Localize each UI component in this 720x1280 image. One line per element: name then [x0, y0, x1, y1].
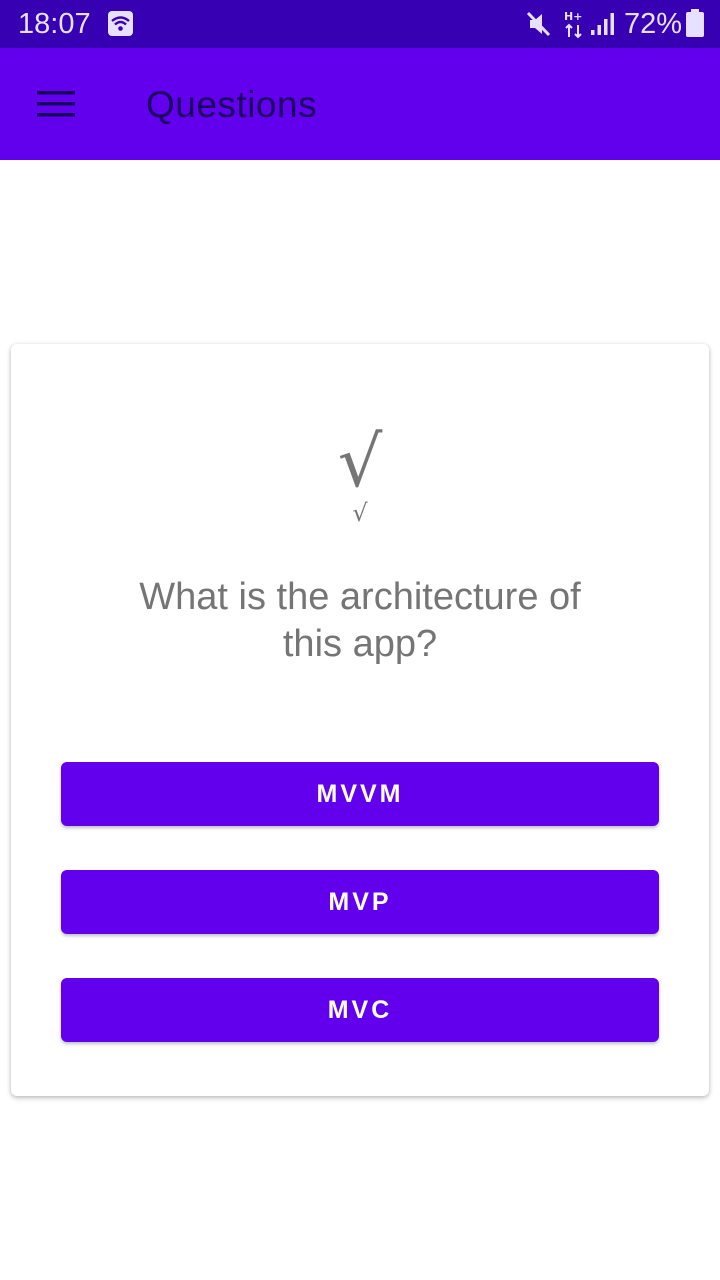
signal-icon [591, 13, 614, 35]
answer-button-mvc[interactable]: MVC [61, 978, 659, 1042]
menu-icon [37, 91, 75, 117]
answer-button-mvp[interactable]: MVP [61, 870, 659, 934]
battery-percent: 72% [624, 8, 683, 40]
status-bar: 18:07 H+ 72% [0, 0, 720, 48]
battery-icon [686, 9, 704, 37]
app-title: Questions [146, 84, 318, 125]
check-mark-small: √ [352, 499, 368, 527]
question-text: What is the architecture of this app? [139, 576, 581, 665]
answer-button-mvvm[interactable]: MVVM [61, 762, 659, 826]
network-hplus-icon: H+ [564, 10, 582, 39]
app-bar: Questions [0, 48, 720, 160]
mute-icon [526, 11, 551, 37]
question-card: √ √ What is the architecture of this app… [11, 344, 709, 1096]
menu-button[interactable] [20, 68, 92, 140]
wifi-icon [108, 11, 133, 36]
svg-text:H+: H+ [564, 10, 582, 23]
check-mark-large: √ [337, 421, 383, 503]
status-time: 18:07 [18, 8, 91, 40]
